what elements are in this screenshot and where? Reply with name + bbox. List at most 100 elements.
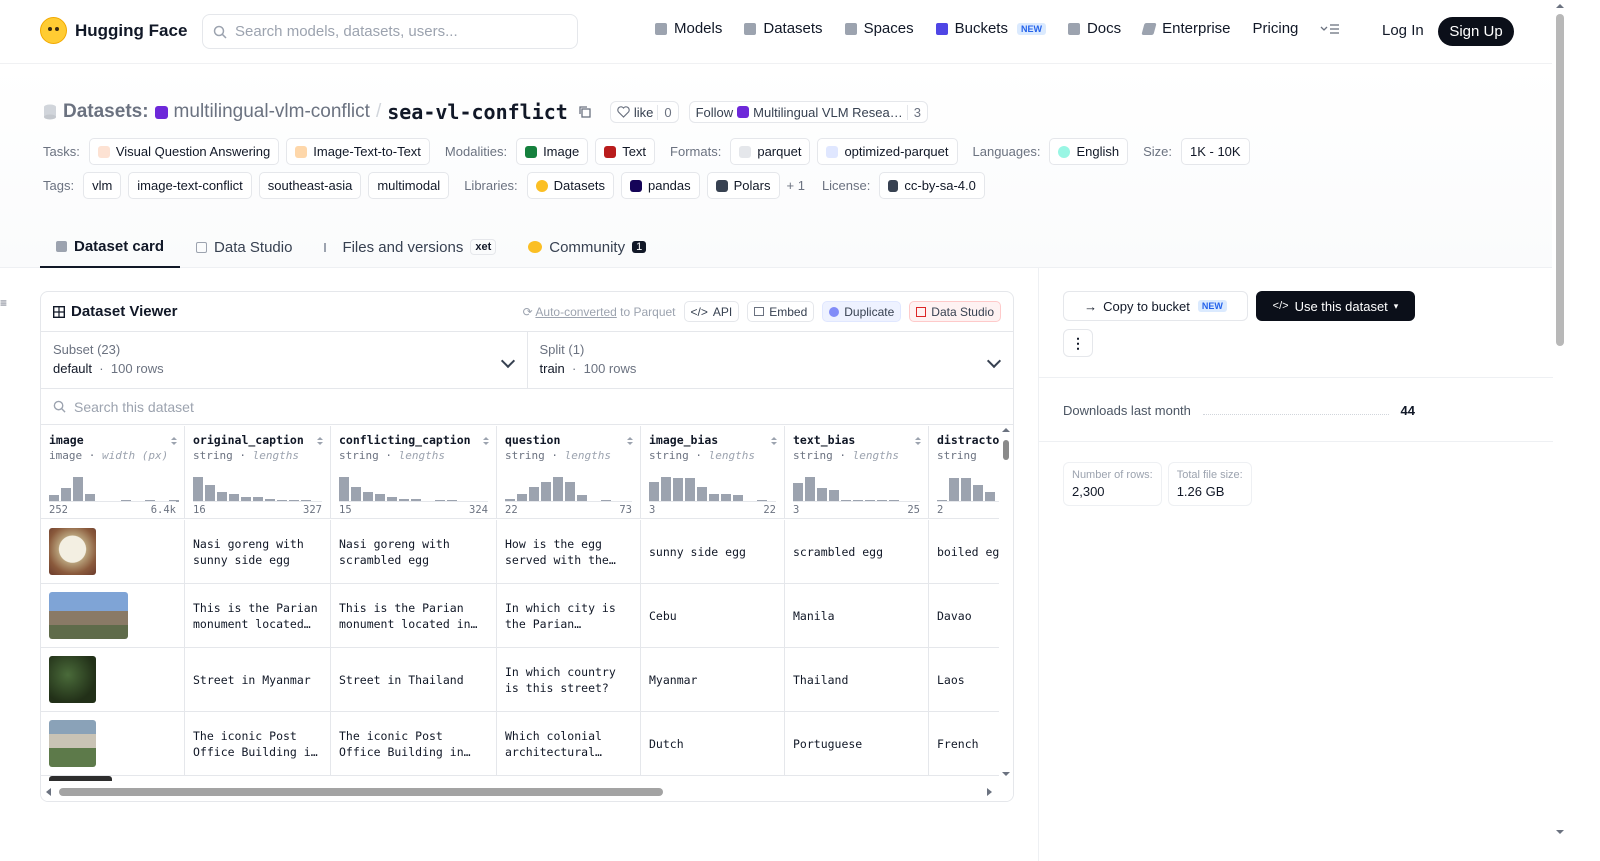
table-cell-conflicting-caption[interactable]: Street in Thailand [331,648,497,712]
section-label[interactable]: Datasets: [63,101,149,123]
table-cell-text-bias[interactable]: Manila [785,584,929,648]
dataset-search-input[interactable]: Search this dataset [41,389,1013,425]
histogram-bar[interactable] [649,481,659,502]
histogram-bar[interactable] [805,476,815,502]
modality-tag[interactable]: Image [516,138,589,165]
table-cell-image-bias[interactable]: sunny side egg [641,520,785,584]
tab-community[interactable]: Community 1 [512,226,662,268]
global-search-input[interactable]: Search models, datasets, users... [202,14,578,49]
data-studio-button[interactable]: Data Studio [909,301,1001,322]
histogram-bar[interactable] [529,486,539,502]
use-this-dataset-button[interactable]: </> Use this dataset ▾ [1256,291,1415,321]
tag-chip[interactable]: southeast-asia [258,172,362,199]
table-cell-image-bias[interactable]: Dutch [641,712,785,776]
histogram-bar[interactable] [961,478,971,502]
row-thumbnail-image[interactable] [49,592,128,639]
histogram-bar[interactable] [205,485,215,502]
copy-to-bucket-button[interactable]: → Copy to bucket NEW [1063,291,1248,321]
table-cell-question[interactable]: Which colonial architectural… [497,712,641,776]
nav-models[interactable]: Models [655,20,722,37]
column-header-distracto[interactable]: distracto string 2 [929,426,999,519]
histogram-bar[interactable] [685,478,695,502]
tab-data-studio[interactable]: Data Studio [180,226,308,268]
subset-select[interactable]: Subset (23) default · 100 rows [41,332,527,388]
image-cell[interactable] [41,584,185,648]
tab-dataset-card[interactable]: Dataset card [40,226,181,268]
table-cell-text-bias[interactable]: scrambled egg [785,520,929,584]
histogram-bar[interactable] [61,488,71,502]
row-thumbnail-image[interactable] [49,528,96,575]
sort-icon[interactable] [170,436,178,446]
nav-spaces[interactable]: Spaces [844,20,914,37]
repo-name[interactable]: sea-vl-conflict [387,100,568,124]
sort-icon[interactable] [626,436,634,446]
size-tag[interactable]: 1K - 10K [1181,138,1250,165]
image-cell[interactable] [41,712,185,776]
histogram-bar[interactable] [793,483,803,502]
table-cell-image-bias[interactable]: Myanmar [641,648,785,712]
task-tag[interactable]: Visual Question Answering [88,138,280,165]
table-cell-question[interactable]: In which city is the Parian… [497,584,641,648]
side-menu-icon[interactable]: ≡ [0,296,8,310]
modality-tag[interactable]: Text [595,138,656,165]
row-thumbnail-image[interactable] [49,720,96,767]
histogram-bar[interactable] [339,476,349,502]
more-libraries[interactable]: + 1 [787,178,805,193]
split-select[interactable]: Split (1) train · 100 rows [526,332,1014,388]
table-cell-text-bias[interactable]: Thailand [785,648,929,712]
image-cell[interactable] [41,520,185,584]
table-vertical-scrollbar[interactable] [999,426,1013,781]
nav-docs[interactable]: Docs [1067,20,1121,37]
image-cell[interactable] [41,648,185,712]
nav-buckets[interactable]: Buckets NEW [935,20,1046,37]
nav-datasets[interactable]: Datasets [744,20,823,37]
histogram-bar[interactable] [73,476,83,502]
table-cell-distractor[interactable]: Laos [929,648,999,712]
table-cell-text-bias[interactable]: Portuguese [785,712,929,776]
task-tag[interactable]: Image-Text-to-Text [286,138,430,165]
table-cell-distractor[interactable]: French [929,712,999,776]
follow-button[interactable]: Follow Multilingual VLM Resea… 3 [688,101,928,123]
histogram-bar[interactable] [565,481,575,502]
histogram-bar[interactable] [553,476,563,502]
table-cell-conflicting-caption[interactable]: Nasi goreng with scrambled egg [331,520,497,584]
table-cell-original-caption[interactable]: This is the Parian monument located… [185,584,331,648]
signup-button[interactable]: Sign Up [1438,17,1514,46]
embed-button[interactable]: Embed [747,301,815,322]
table-cell-conflicting-caption[interactable]: This is the Parian monument located in… [331,584,497,648]
column-header-image[interactable]: image image · width (px) 252 6.4k [41,426,185,519]
row-thumbnail-image[interactable] [49,776,112,781]
auto-converted-link[interactable]: Auto-converted [535,305,616,319]
table-cell-distractor[interactable]: Davao [929,584,999,648]
tag-chip[interactable]: vlm [83,172,122,199]
column-header-image-bias[interactable]: image_bias string · lengths 3 22 [641,426,785,519]
sort-icon[interactable] [316,436,324,446]
library-tag[interactable]: pandas [620,172,700,199]
page-scrollbar[interactable] [1552,0,1568,861]
sort-icon[interactable] [914,436,922,446]
column-header-conflicting-caption[interactable]: conflicting_caption string · lengths 15 324 [331,426,497,519]
nav-pricing[interactable]: Pricing [1253,20,1299,37]
nav-more-menu[interactable] [1320,23,1340,35]
more-options-button[interactable]: ⋮ [1063,329,1093,357]
sort-icon[interactable] [482,436,490,446]
format-tag[interactable]: optimized-parquet [817,138,958,165]
histogram-bar[interactable] [673,478,683,502]
table-cell-original-caption[interactable]: The iconic Post Office Building i… [185,712,331,776]
tab-files-and-versions[interactable]: Files and versions xet [308,226,512,268]
column-header-text-bias[interactable]: text_bias string · lengths 3 25 [785,426,929,519]
library-tag[interactable]: Polars [706,172,780,199]
scrollbar-thumb[interactable] [59,788,663,796]
histogram-bar[interactable] [541,481,551,502]
histogram-bar[interactable] [193,476,203,502]
histogram-bar[interactable] [661,476,671,502]
login-link[interactable]: Log In [1382,22,1424,39]
language-tag[interactable]: English [1049,138,1129,165]
copy-icon[interactable] [578,105,592,119]
histogram-bar[interactable] [697,486,707,502]
row-thumbnail-image[interactable] [49,656,96,703]
table-horizontal-scrollbar[interactable] [41,783,1013,801]
duplicate-button[interactable]: Duplicate [822,301,902,322]
tag-chip[interactable]: image-text-conflict [128,172,252,199]
table-cell-question[interactable]: In which country is this street? [497,648,641,712]
